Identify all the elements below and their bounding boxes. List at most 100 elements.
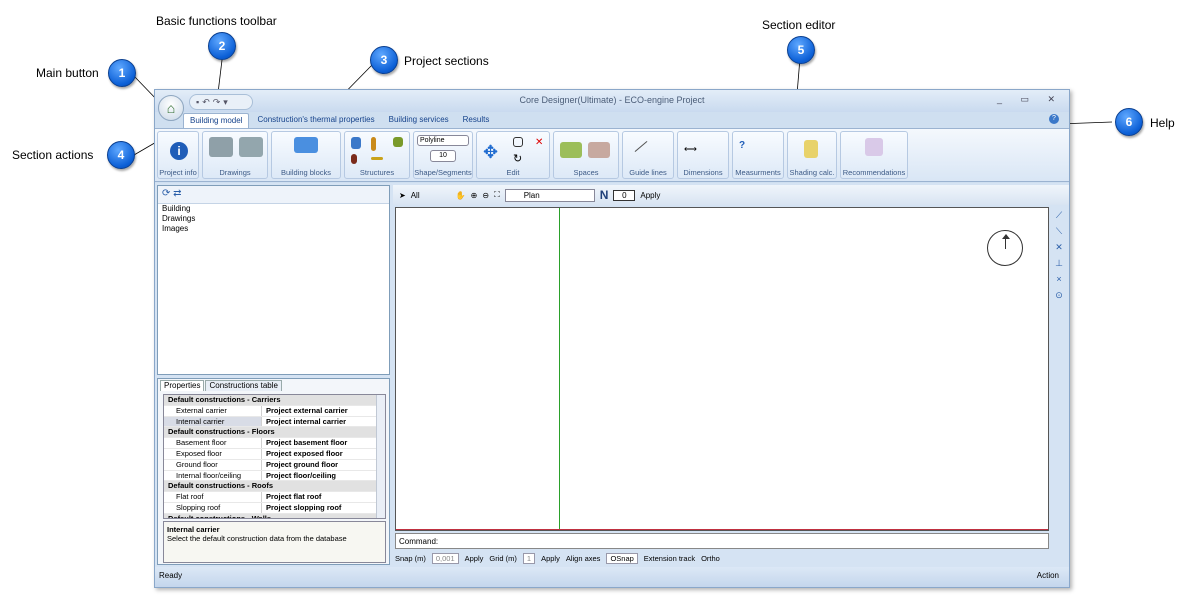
tab-building-services[interactable]: Building services — [383, 113, 455, 128]
property-value[interactable]: Project slopping roof — [262, 503, 385, 513]
badge-2: 2 — [208, 32, 236, 60]
property-category[interactable]: Default constructions - Roofs — [164, 481, 385, 493]
help-icon[interactable]: ? — [1049, 114, 1059, 124]
property-row[interactable]: Ground floor Project ground floor — [164, 459, 385, 471]
group-building-blocks[interactable]: Building blocks — [271, 131, 341, 179]
property-key: Default constructions - Walls — [168, 513, 272, 519]
command-line[interactable]: Command: — [395, 533, 1049, 549]
snap-label: Snap (m) — [395, 553, 426, 563]
badge-6: 6 — [1115, 108, 1143, 136]
osnap-toggle[interactable]: OSnap — [606, 552, 638, 564]
group-measurments[interactable]: ? Measurments — [732, 131, 784, 179]
snap-apply-button[interactable]: Apply — [465, 554, 484, 563]
tab-properties[interactable]: Properties — [160, 380, 205, 391]
snap-midpoint-icon[interactable]: ⟍ — [1051, 223, 1067, 239]
extension-track-button[interactable]: Extension track — [644, 554, 695, 563]
snap-perpendicular-icon[interactable]: ⊥ — [1051, 255, 1067, 271]
snap-input[interactable]: 0,001 — [431, 552, 459, 564]
angle-apply-button[interactable]: Apply — [640, 191, 660, 200]
property-value[interactable]: Project flat roof — [262, 492, 385, 502]
drawing-canvas[interactable] — [395, 207, 1049, 531]
zoom-in-icon[interactable]: ⊕ — [471, 191, 478, 200]
snap-center-icon[interactable]: ⊙ — [1051, 287, 1067, 303]
property-row[interactable]: Internal floor/ceiling Project floor/ceil… — [164, 470, 385, 482]
main-button[interactable]: ⌂ — [158, 95, 184, 121]
pan-icon[interactable]: ✋ — [456, 191, 466, 200]
action-button[interactable]: Action — [1037, 571, 1059, 580]
property-row[interactable]: Internal carrier Project internal carrier — [164, 416, 385, 428]
property-category[interactable]: Default constructions - Floors — [164, 427, 385, 439]
group-structures[interactable]: Structures — [344, 131, 410, 179]
segments-stepper[interactable]: 10 — [430, 150, 456, 162]
property-description-text: Select the default construction data fro… — [167, 534, 347, 543]
property-row[interactable]: Basement floor Project basement floor — [164, 438, 385, 449]
snap-endpoint-icon[interactable]: ⟋ — [1051, 207, 1067, 223]
grid-apply-button[interactable]: Apply — [541, 554, 560, 563]
grid-label: Grid (m) — [489, 553, 517, 563]
property-key: Internal carrier — [164, 416, 262, 427]
property-row[interactable]: External carrier Project external carrier — [164, 405, 385, 417]
property-key: Default constructions - Carriers — [168, 395, 281, 404]
command-label: Command: — [399, 537, 439, 546]
badge-1: 1 — [108, 59, 136, 87]
group-drawings[interactable]: Drawings — [202, 131, 268, 179]
refresh-icon[interactable]: ⟳ — [162, 188, 170, 199]
group-guide-lines[interactable]: Guide lines — [622, 131, 674, 179]
group-spaces[interactable]: Spaces — [553, 131, 619, 179]
rotate-icon: ↻ — [513, 153, 523, 165]
property-category[interactable]: Default constructions - Walls — [164, 513, 385, 519]
window-controls[interactable]: _ ▭ ✕ — [997, 94, 1063, 105]
tree-item-drawings[interactable]: Drawings — [158, 214, 389, 224]
shape-select[interactable]: Polyline — [417, 135, 469, 146]
section-editor: ➤ All ✋ ⊕ ⊖ ⛶ Plan N 0 Apply ⟋ ⟍ ✕ ⊥ × ⊙… — [393, 185, 1069, 565]
property-row[interactable]: Exposed floor Project exposed floor — [164, 448, 385, 460]
dimension-icon: ⟷ — [684, 144, 697, 154]
angle-input[interactable]: 0 — [613, 189, 636, 201]
property-value[interactable]: Project external carrier — [262, 406, 385, 416]
tab-constructions-table[interactable]: Constructions table — [205, 380, 282, 391]
door-icon — [351, 154, 357, 164]
tree-item-building[interactable]: Building — [158, 204, 389, 214]
property-category[interactable]: Default constructions - Carriers — [164, 395, 385, 406]
align-axes-button[interactable]: Align axes — [566, 554, 601, 563]
tab-results[interactable]: Results — [457, 113, 496, 128]
property-grid: Default constructions - Carriers External… — [163, 394, 386, 519]
tree-item-images[interactable]: Images — [158, 224, 389, 234]
group-shading-calc[interactable]: Shading calc. — [787, 131, 837, 179]
property-value[interactable]: Project internal carrier — [262, 417, 385, 427]
badge-4: 4 — [107, 141, 135, 169]
group-project-info[interactable]: i Project info — [157, 131, 199, 179]
property-value[interactable]: Project exposed floor — [262, 449, 385, 459]
tree-options-icon[interactable]: ⇄ — [173, 188, 181, 199]
x-axis-line — [396, 529, 1048, 530]
project-section-tabs: Building model Construction's thermal pr… — [183, 113, 495, 128]
slab-icon — [393, 137, 403, 147]
annotation-project-sections: Project sections — [404, 54, 489, 68]
snap-cross-icon[interactable]: × — [1051, 271, 1067, 287]
zoom-extents-icon[interactable]: ⛶ — [494, 190, 500, 200]
editor-toolbar: ➤ All ✋ ⊕ ⊖ ⛶ Plan N 0 Apply — [393, 185, 1069, 205]
tab-thermal-properties[interactable]: Construction's thermal properties — [251, 113, 380, 128]
north-icon[interactable]: N — [600, 188, 609, 202]
property-value[interactable]: Project ground floor — [262, 460, 385, 470]
select-arrow-icon[interactable]: ➤ — [399, 191, 406, 200]
group-edit[interactable]: ✥ ✕ ↻ Edit — [476, 131, 550, 179]
group-recommendations[interactable]: Recommendations — [840, 131, 908, 179]
property-row[interactable]: Flat roof Project flat roof — [164, 492, 385, 503]
app-window: ⌂ ▪ ↶ ↷ ▾ Core Designer(Ultimate) - ECO-… — [154, 89, 1070, 588]
property-row[interactable]: Slopping roof Project slopping roof — [164, 502, 385, 514]
filter-select[interactable]: All — [411, 191, 451, 200]
tab-building-model[interactable]: Building model — [183, 113, 250, 128]
drawing-import-icon — [209, 137, 233, 157]
ortho-toggle[interactable]: Ortho — [701, 554, 720, 563]
group-dimensions[interactable]: ⟷ Dimensions — [677, 131, 729, 179]
group-shape-segments[interactable]: Polyline 10 Shape/Segments — [413, 131, 473, 179]
property-value[interactable]: Project basement floor — [262, 438, 385, 448]
grid-input[interactable]: 1 — [522, 552, 536, 564]
view-select[interactable]: Plan — [504, 188, 595, 202]
snap-intersection-icon[interactable]: ✕ — [1051, 239, 1067, 255]
zoom-out-icon[interactable]: ⊖ — [482, 191, 489, 200]
property-value[interactable]: Project floor/ceiling — [262, 471, 385, 481]
annotation-basic-toolbar: Basic functions toolbar — [156, 14, 277, 28]
property-scrollbar[interactable] — [376, 395, 385, 518]
